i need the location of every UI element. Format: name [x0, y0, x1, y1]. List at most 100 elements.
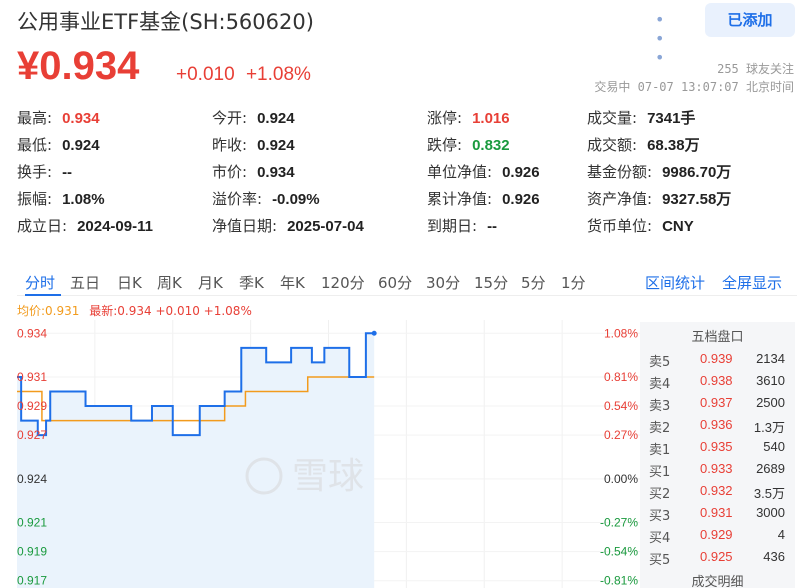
followers-count[interactable]: 255 球友关注	[594, 60, 794, 78]
intraday-chart[interactable]: 雪球 0.934 0.931 0.929 0.927 0.924 0.921 0.919 0.9…	[17, 320, 640, 588]
order-price: 0.933	[700, 461, 733, 476]
stat-cell: 振幅: 1.08%	[17, 188, 105, 209]
stat-cell: 市价: 0.934	[212, 161, 295, 182]
stat-value: CNY	[662, 218, 694, 235]
order-volume: 2134	[756, 351, 785, 366]
stat-value: 0.934	[257, 164, 295, 181]
order-volume: 1.3万	[753, 420, 785, 435]
stat-label: 到期日:	[427, 217, 478, 235]
stats-row: 最高: 0.934 今开: 0.924 涨停: 1.016 成交量: 7341手	[17, 107, 792, 134]
stat-cell: 单位净值: 0.926	[427, 161, 540, 182]
stat-label: 今开:	[212, 109, 248, 127]
order-side-label: 卖1	[649, 443, 671, 458]
stats-row: 换手: -- 市价: 0.934 单位净值: 0.926 基金份额: 9986.70万	[17, 161, 792, 188]
order-book-row: 买1 0.933 2689	[640, 461, 795, 483]
stat-cell: 最高: 0.934	[17, 107, 100, 128]
order-price: 0.935	[700, 439, 733, 454]
order-book-title: 五档盘口	[691, 330, 744, 345]
chart-legend: 均价:0.931 最新:0.934 +0.010 +1.08%	[17, 302, 252, 319]
tab-period[interactable]: 5分	[521, 272, 546, 293]
stat-value: 68.38万	[647, 137, 700, 154]
more-dots-icon[interactable]: • • •	[655, 10, 679, 67]
tab-period[interactable]: 120分	[321, 272, 365, 293]
y-axis-pct-label: 1.08%	[604, 326, 638, 340]
y-axis-tick-label: 0.931	[17, 370, 47, 384]
y-axis-tick-label: 0.929	[17, 399, 47, 413]
stat-value: -0.09%	[272, 191, 320, 208]
tab-period[interactable]: 日K	[117, 272, 142, 293]
order-book-row: 卖5 0.939 2134	[640, 351, 795, 373]
stats-row: 成立日: 2024-09-11 净值日期: 2025-07-04 到期日: -- 货币单位:…	[17, 215, 792, 242]
current-price: ¥0.934	[17, 44, 140, 88]
tab-period[interactable]: 30分	[426, 272, 460, 293]
stat-value: 0.926	[502, 191, 540, 208]
stat-cell: 成交量: 7341手	[587, 107, 695, 128]
stat-label: 成交额:	[587, 136, 638, 154]
stat-cell: 成交额: 68.38万	[587, 134, 700, 155]
order-price: 0.939	[700, 351, 733, 366]
chart-tabs: 区间统计 全屏显示 分时 五日 日K 周K 月K 季K 年K 120分 60分 30分 15分 5分 1…	[17, 266, 797, 296]
stat-value: --	[487, 218, 498, 235]
y-axis-tick-label: 0.919	[17, 545, 47, 559]
stat-value: 7341手	[647, 110, 696, 127]
stat-cell: 资产净值: 9327.58万	[587, 188, 731, 209]
legend-latest: 最新:0.934 +0.010 +1.08%	[89, 304, 252, 318]
trade-detail-title[interactable]: 成交明细	[640, 571, 795, 588]
y-axis-pct-label: 0.00%	[604, 472, 638, 486]
stat-cell: 基金份额: 9986.70万	[587, 161, 731, 182]
stat-label: 资产净值:	[587, 190, 653, 208]
tab-period[interactable]: 15分	[474, 272, 508, 293]
stat-cell: 溢价率: -0.09%	[212, 188, 320, 209]
order-price: 0.936	[700, 417, 733, 432]
tab-period[interactable]: 年K	[280, 272, 305, 293]
tab-period[interactable]: 60分	[378, 272, 412, 293]
stat-cell: 货币单位: CNY	[587, 215, 694, 236]
stat-value: 9986.70万	[662, 164, 732, 181]
stat-value: 1.08%	[62, 191, 105, 208]
page-title: 公用事业ETF基金(SH:560620)	[17, 10, 314, 34]
order-price: 0.925	[700, 549, 733, 564]
order-side-label: 买3	[649, 509, 671, 524]
tab-period[interactable]: 季K	[239, 272, 264, 293]
order-price: 0.937	[700, 395, 733, 410]
stat-cell: 到期日: --	[427, 215, 497, 236]
stat-cell: 净值日期: 2025-07-04	[212, 215, 364, 236]
stat-label: 溢价率:	[212, 190, 263, 208]
order-volume: 2689	[756, 461, 785, 476]
order-book-panel: 五档盘口 成交明细 卖5 0.939 2134 卖4 0.938 3610 卖3 0.937 2…	[640, 322, 795, 588]
order-price: 0.931	[700, 505, 733, 520]
stat-label: 最高:	[17, 109, 53, 127]
stat-label: 基金份额:	[587, 163, 653, 181]
quote-meta: 255 球友关注 交易中 07-07 13:07:07 北京时间	[594, 60, 794, 96]
stat-cell: 今开: 0.924	[212, 107, 295, 128]
order-volume: 3610	[756, 373, 785, 388]
order-volume: 4	[777, 527, 785, 542]
tab-range-stats[interactable]: 区间统计	[645, 272, 705, 293]
stat-label: 市价:	[212, 163, 248, 181]
change-percent: +1.08%	[245, 64, 311, 85]
order-side-label: 买4	[649, 531, 671, 546]
tab-fullscreen[interactable]: 全屏显示	[722, 272, 782, 293]
tab-period[interactable]: 分时	[25, 272, 55, 293]
stat-label: 累计净值:	[427, 190, 493, 208]
tab-period[interactable]: 周K	[157, 272, 182, 293]
tab-period[interactable]: 五日	[70, 272, 100, 293]
order-side-label: 买1	[649, 465, 671, 480]
stat-cell: 累计净值: 0.926	[427, 188, 540, 209]
order-side-label: 买2	[649, 487, 671, 502]
stat-label: 成立日:	[17, 217, 68, 235]
stat-cell: 换手: --	[17, 161, 72, 182]
order-volume: 436	[763, 549, 785, 564]
order-book-row: 买3 0.931 3000	[640, 505, 795, 527]
order-book-row: 买4 0.929 4	[640, 527, 795, 549]
stat-cell: 涨停: 1.016	[427, 107, 510, 128]
y-axis-pct-label: -0.81%	[600, 574, 638, 588]
tab-period[interactable]: 1分	[561, 272, 586, 293]
tab-period[interactable]: 月K	[198, 272, 223, 293]
stat-value: 9327.58万	[662, 191, 732, 208]
order-side-label: 卖4	[649, 377, 671, 392]
order-book-row: 买5 0.925 436	[640, 549, 795, 571]
added-watchlist-button[interactable]: 已添加	[705, 3, 795, 37]
stat-value: 2025-07-04	[287, 218, 364, 235]
stat-cell: 跌停: 0.832	[427, 134, 510, 155]
